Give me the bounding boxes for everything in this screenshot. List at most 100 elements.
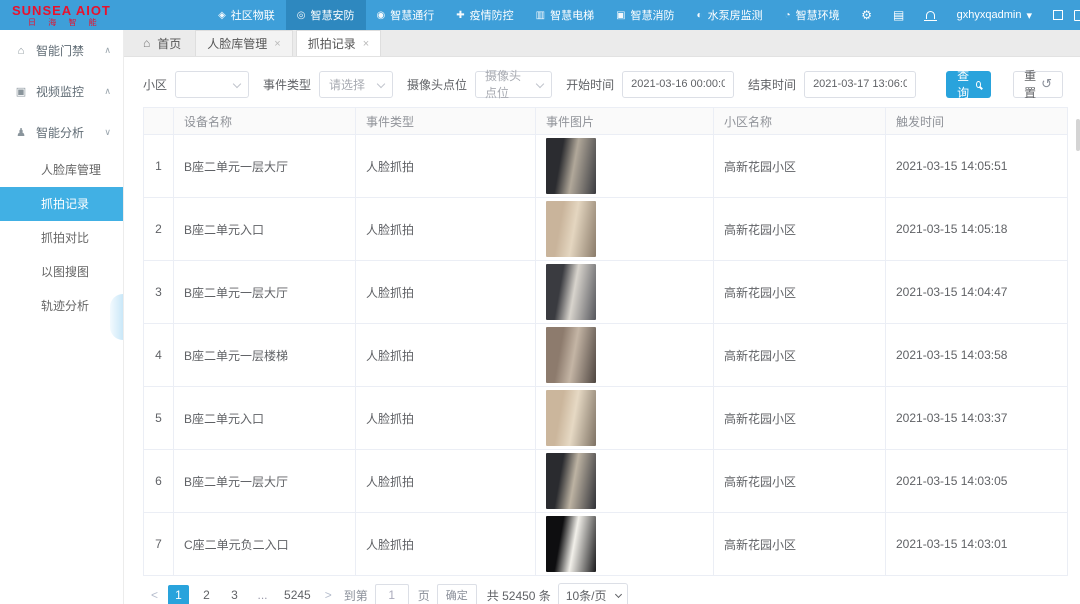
device-name: B座二单元入口 <box>174 387 356 450</box>
event-image[interactable] <box>546 201 596 257</box>
search-button-label: 查询 <box>956 67 970 101</box>
chevron-down-icon <box>233 79 241 87</box>
sidebar-group-label: 智能分析 <box>36 124 84 141</box>
table-row[interactable]: 4 B座二单元一层楼梯 人脸抓拍 高新花园小区 2021-03-15 14:03… <box>144 324 1068 387</box>
top-nav-item[interactable]: ◉智慧通行 <box>366 0 446 30</box>
tab[interactable]: ⌂首页 <box>132 30 192 56</box>
top-nav-item[interactable]: ▥智慧电梯 <box>525 0 605 30</box>
caret-icon: ∨ <box>104 127 111 138</box>
row-index: 1 <box>144 135 174 198</box>
sidebar-item[interactable]: 抓拍记录 <box>0 187 123 221</box>
content-panel: 小区 事件类型 请选择 摄像头点位 摄像头点位 开始时间 <box>124 57 1080 604</box>
event-type: 人脸抓拍 <box>356 198 536 261</box>
chevron-down-icon: ▾ <box>1026 9 1032 22</box>
next-page-icon[interactable]: > <box>322 588 335 602</box>
table-scrollbar[interactable] <box>1076 119 1080 151</box>
user-menu[interactable]: gxhyxqadmin ▾ <box>947 0 1042 30</box>
table-row[interactable]: 5 B座二单元入口 人脸抓拍 高新花园小区 2021-03-15 14:03:3… <box>144 387 1068 450</box>
top-nav-item[interactable]: ▣智慧消防 <box>605 0 685 30</box>
table-row[interactable]: 6 B座二单元一层大厅 人脸抓拍 高新花园小区 2021-03-15 14:03… <box>144 450 1068 513</box>
page-number[interactable]: 1 <box>168 585 189 604</box>
event-type: 人脸抓拍 <box>356 513 536 576</box>
community-name: 高新花园小区 <box>714 450 886 513</box>
gear-icon[interactable]: ⚙ <box>851 8 883 22</box>
end-time-input[interactable] <box>804 71 916 98</box>
top-nav-item[interactable]: ◐水泵房监测 <box>686 0 774 30</box>
person-analysis-icon: ♟ <box>15 126 27 139</box>
sidebar-item[interactable]: 以图搜图 <box>0 255 123 289</box>
community-name: 高新花园小区 <box>714 198 886 261</box>
top-nav-item[interactable]: ◈社区物联 <box>207 0 286 30</box>
top-nav-item[interactable]: ◔智慧环境 <box>774 0 851 30</box>
username: gxhyxqadmin <box>957 9 1022 21</box>
table-row[interactable]: 1 B座二单元一层大厅 人脸抓拍 高新花园小区 2021-03-15 14:05… <box>144 135 1068 198</box>
close-icon[interactable]: × <box>363 38 369 50</box>
top-nav-label: 智慧安防 <box>311 7 355 23</box>
start-time-input[interactable] <box>622 71 734 98</box>
page-number[interactable]: 2 <box>196 585 217 604</box>
tab-label: 人脸库管理 <box>207 35 267 52</box>
sidebar-group[interactable]: ⌂智能门禁∧ <box>0 30 123 71</box>
smart-security-icon: ◎ <box>297 10 306 21</box>
search-button[interactable]: 查询 <box>946 71 991 98</box>
row-index: 4 <box>144 324 174 387</box>
page-ellipsis: ... <box>252 585 273 604</box>
sidebar-group[interactable]: ▣视频监控∧ <box>0 71 123 112</box>
tab[interactable]: 抓拍记录× <box>296 30 381 56</box>
sidebar-item[interactable]: 人脸库管理 <box>0 153 123 187</box>
goto-label: 到第 <box>344 587 368 604</box>
page-size-select[interactable]: 10条/页 <box>558 583 628 604</box>
close-icon[interactable]: × <box>274 38 280 50</box>
column-header: 小区名称 <box>714 108 886 135</box>
event-image[interactable] <box>546 327 596 383</box>
top-nav-item[interactable]: ◎ 智慧安防 <box>286 0 366 30</box>
tab[interactable]: 人脸库管理 × <box>195 30 292 56</box>
event-type: 人脸抓拍 <box>356 261 536 324</box>
event-type-select[interactable]: 请选择 <box>319 71 393 98</box>
camera-placeholder: 摄像头点位 <box>485 67 529 101</box>
page-number[interactable]: 5245 <box>280 585 315 604</box>
goto-confirm-button[interactable]: 确定 <box>437 584 477 604</box>
tab-label: 首页 <box>157 35 181 52</box>
table-row[interactable]: 7 C座二单元负二入口 人脸抓拍 高新花园小区 2021-03-15 14:03… <box>144 513 1068 576</box>
monitor-icon[interactable] <box>1074 10 1080 21</box>
page-number[interactable]: 3 <box>224 585 245 604</box>
event-image[interactable] <box>546 138 596 194</box>
device-name: C座二单元负二入口 <box>174 513 356 576</box>
fullscreen-icon[interactable] <box>1042 0 1074 30</box>
community-select[interactable] <box>175 71 249 98</box>
goto-page-input[interactable] <box>375 584 409 604</box>
sidebar-group-label: 智能门禁 <box>36 42 84 59</box>
bell-icon[interactable] <box>915 11 947 19</box>
trigger-time: 2021-03-15 14:03:58 <box>886 324 1068 387</box>
top-nav-item[interactable]: ✚疫情防控 <box>445 0 524 30</box>
table-row[interactable]: 2 B座二单元入口 人脸抓拍 高新花园小区 2021-03-15 14:05:1… <box>144 198 1068 261</box>
search-icon <box>976 81 981 88</box>
reset-button[interactable]: 重置 ↺ <box>1013 71 1063 98</box>
start-time-label: 开始时间 <box>566 76 614 93</box>
message-card-icon[interactable]: ▤ <box>883 8 915 22</box>
reset-button-label: 重置 <box>1024 67 1036 101</box>
event-image[interactable] <box>546 516 596 572</box>
sidebar-collapse-handle[interactable] <box>110 294 123 340</box>
event-type: 人脸抓拍 <box>356 324 536 387</box>
event-image[interactable] <box>546 390 596 446</box>
event-type: 人脸抓拍 <box>356 387 536 450</box>
device-name: B座二单元一层大厅 <box>174 261 356 324</box>
sidebar-item[interactable]: 轨迹分析 <box>0 289 123 323</box>
community-name: 高新花园小区 <box>714 135 886 198</box>
sidebar-group[interactable]: ♟ 智能分析 ∨ <box>0 112 123 153</box>
trigger-time: 2021-03-15 14:05:51 <box>886 135 1068 198</box>
records-table: 设备名称事件类型事件图片小区名称触发时间 1 B座二单元一层大厅 人脸抓拍 高新… <box>143 107 1068 576</box>
event-image[interactable] <box>546 264 596 320</box>
event-type: 人脸抓拍 <box>356 135 536 198</box>
event-image[interactable] <box>546 453 596 509</box>
top-nav-label: 智慧电梯 <box>550 7 594 23</box>
camera-select[interactable]: 摄像头点位 <box>475 71 552 98</box>
top-nav-label: 智慧环境 <box>796 7 840 23</box>
prev-page-icon[interactable]: < <box>148 588 161 602</box>
sidebar-item[interactable]: 抓拍对比 <box>0 221 123 255</box>
table-row[interactable]: 3 B座二单元一层大厅 人脸抓拍 高新花园小区 2021-03-15 14:04… <box>144 261 1068 324</box>
page-unit-label: 页 <box>418 587 430 604</box>
row-index: 5 <box>144 387 174 450</box>
